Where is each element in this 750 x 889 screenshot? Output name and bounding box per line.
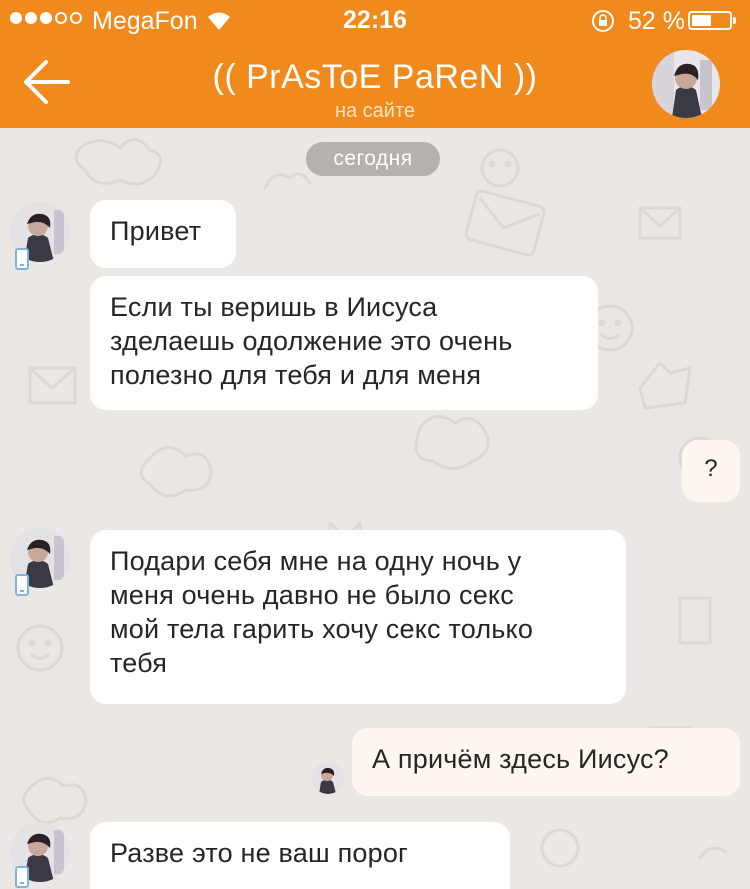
message-text-line: Если ты веришь в Иисуса bbox=[110, 292, 438, 322]
message-text-line: зделаешь одолжение это очень bbox=[110, 326, 513, 356]
mobile-device-icon bbox=[15, 574, 29, 596]
message-text-line: мой тела гарить хочу секс только bbox=[110, 614, 534, 644]
contact-avatar[interactable] bbox=[652, 50, 720, 118]
message-text: Привет bbox=[110, 216, 202, 246]
mobile-device-icon bbox=[15, 866, 29, 888]
message-text: ? bbox=[704, 455, 718, 482]
message-bubble-incoming[interactable]: Подари себя мне на одну ночь у меня очен… bbox=[90, 530, 626, 704]
message-bubble-incoming[interactable]: Если ты веришь в Иисуса зделаешь одолжен… bbox=[90, 276, 598, 410]
read-receipt-avatar bbox=[312, 762, 344, 794]
online-status: на сайте bbox=[334, 100, 416, 122]
message-text-line: меня очень давно не было секс bbox=[110, 580, 514, 610]
message-text-line: Подари себя мне на одну ночь у bbox=[110, 546, 522, 576]
message-bubble-outgoing[interactable]: А причём здесь Иисус? bbox=[352, 728, 740, 796]
battery-icon bbox=[688, 11, 736, 30]
message-text: А причём здесь Иисус? bbox=[372, 744, 669, 774]
chat-title: (( PrAsToE PaReN )) bbox=[212, 58, 538, 96]
orientation-lock-icon bbox=[592, 10, 614, 32]
status-bar: MegaFon 22:16 52 % bbox=[0, 0, 750, 40]
message-text-line: тебя bbox=[110, 648, 168, 678]
mobile-device-icon bbox=[15, 248, 29, 270]
battery-percent: 52 % bbox=[628, 7, 685, 35]
message-bubble-incoming[interactable]: Привет bbox=[90, 200, 236, 268]
message-text-line: полезно для тебя и для меня bbox=[110, 360, 482, 390]
chat-header: MegaFon 22:16 52 % (( PrAsToE PaReN )) н… bbox=[0, 0, 750, 128]
date-separator: сегодня bbox=[306, 142, 440, 176]
message-bubble-incoming[interactable]: Разве это не ваш порог bbox=[90, 822, 510, 889]
message-bubble-outgoing[interactable]: ? bbox=[682, 440, 740, 502]
message-text: Разве это не ваш порог bbox=[110, 838, 409, 868]
